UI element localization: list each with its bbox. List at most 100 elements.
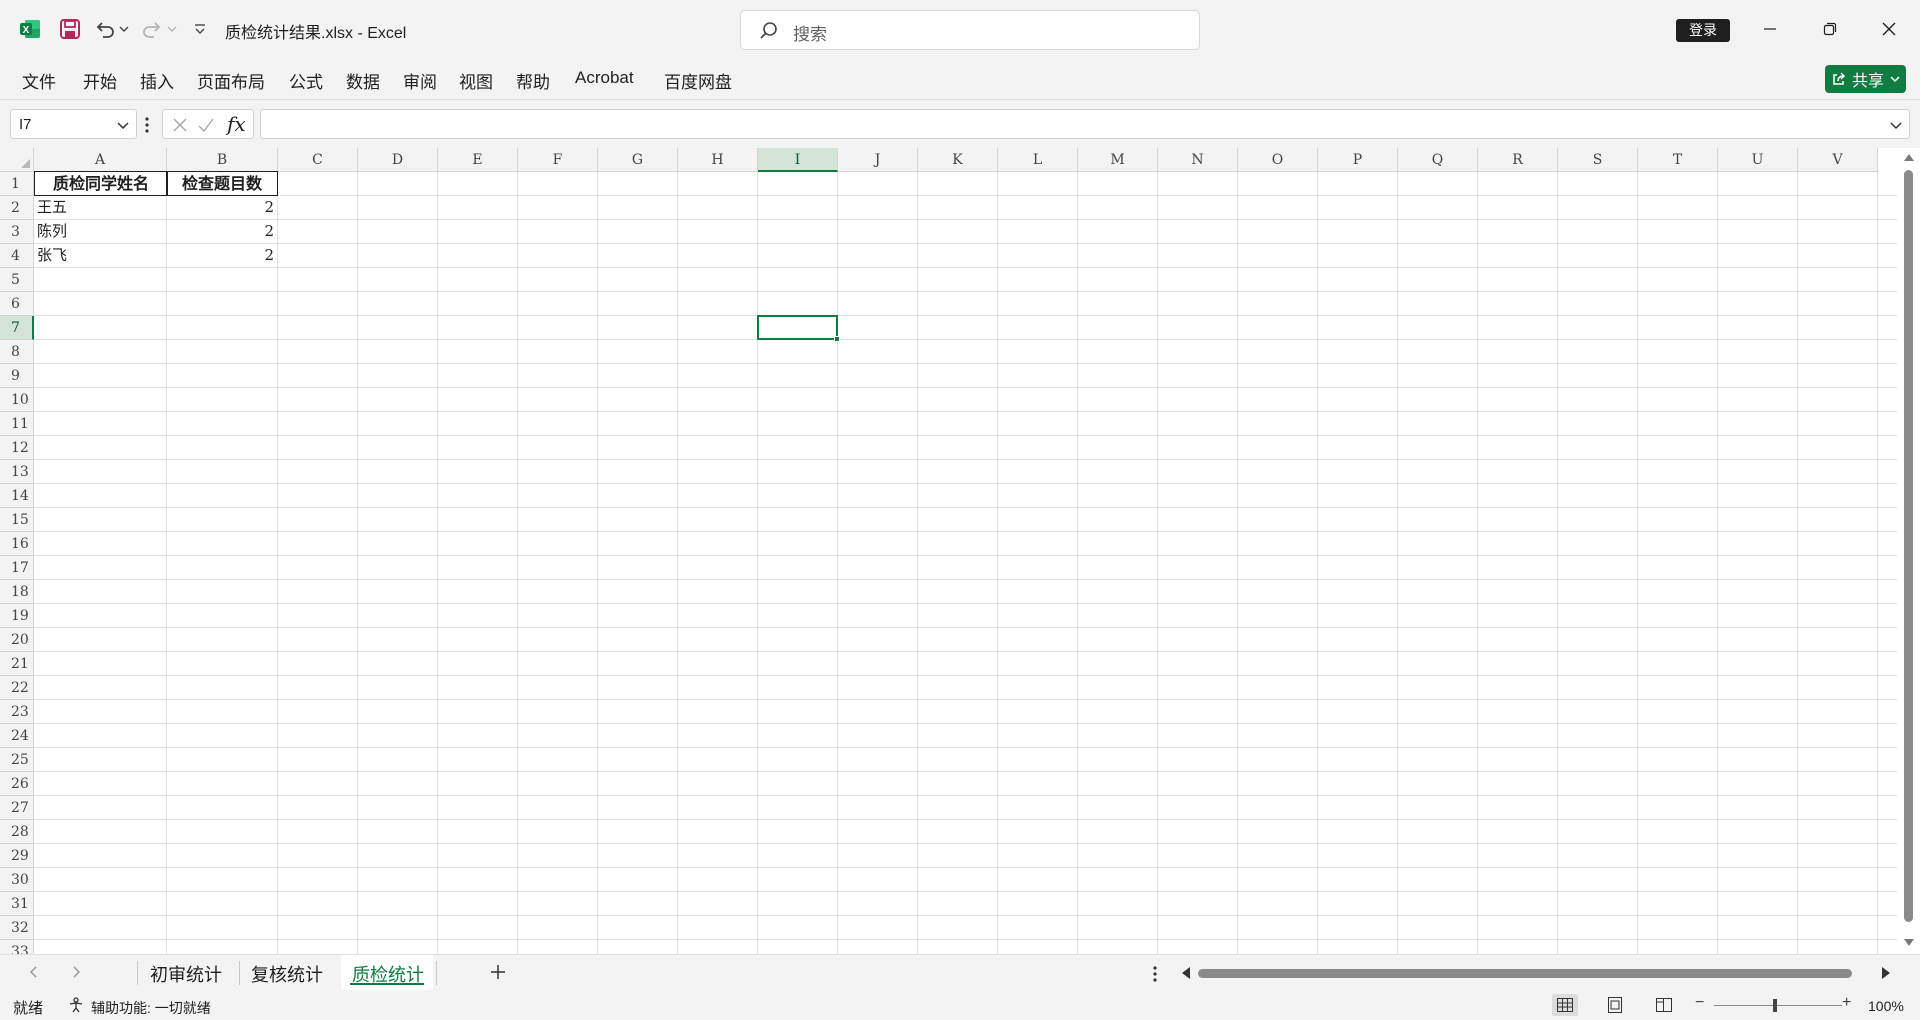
column-header-j[interactable]: J — [838, 148, 918, 172]
row-header-3[interactable]: 3 — [0, 220, 34, 244]
row-header-1[interactable]: 1 — [0, 172, 34, 196]
row-header-24[interactable]: 24 — [0, 724, 34, 748]
row-header-6[interactable]: 6 — [0, 292, 34, 316]
row-header-20[interactable]: 20 — [0, 628, 34, 652]
row-header-19[interactable]: 19 — [0, 604, 34, 628]
row-header-28[interactable]: 28 — [0, 820, 34, 844]
column-header-k[interactable]: K — [918, 148, 998, 172]
column-header-o[interactable]: O — [1238, 148, 1318, 172]
row-header-30[interactable]: 30 — [0, 868, 34, 892]
row-header-13[interactable]: 13 — [0, 460, 34, 484]
page-layout-view-icon[interactable] — [1602, 994, 1628, 1016]
zoom-slider-track[interactable] — [1714, 1005, 1842, 1006]
column-header-f[interactable]: F — [518, 148, 598, 172]
tab-home[interactable]: 开始 — [83, 68, 117, 93]
formula-input[interactable] — [260, 109, 1910, 139]
column-header-q[interactable]: Q — [1398, 148, 1478, 172]
more-options-icon[interactable] — [144, 116, 150, 134]
cell-a1[interactable]: 质检同学姓名 — [34, 171, 168, 196]
row-header-21[interactable]: 21 — [0, 652, 34, 676]
tab-data[interactable]: 数据 — [346, 68, 380, 93]
zoom-level[interactable]: 100% — [1868, 998, 1904, 1014]
row-header-26[interactable]: 26 — [0, 772, 34, 796]
row-header-22[interactable]: 22 — [0, 676, 34, 700]
scroll-up-icon[interactable] — [1903, 152, 1915, 162]
search-box[interactable]: 搜索 — [740, 10, 1200, 50]
expand-formula-bar-icon[interactable] — [1889, 118, 1903, 132]
row-header-32[interactable]: 32 — [0, 916, 34, 940]
horizontal-scroll-thumb[interactable] — [1198, 969, 1852, 978]
column-header-e[interactable]: E — [438, 148, 518, 172]
row-header-33[interactable]: 33 — [0, 940, 34, 954]
vertical-scrollbar[interactable] — [1897, 148, 1920, 954]
column-header-h[interactable]: H — [678, 148, 758, 172]
page-break-view-icon[interactable] — [1651, 994, 1677, 1016]
tab-acrobat[interactable]: Acrobat — [575, 68, 634, 88]
chevron-left-icon[interactable] — [27, 965, 41, 979]
scroll-down-icon[interactable] — [1903, 938, 1915, 948]
zoom-out-button[interactable]: − — [1695, 994, 1704, 1012]
cancel-icon[interactable] — [171, 116, 189, 134]
row-header-11[interactable]: 11 — [0, 412, 34, 436]
row-header-8[interactable]: 8 — [0, 340, 34, 364]
cell-a3[interactable]: 陈列 — [33, 220, 167, 243]
undo-icon[interactable] — [93, 17, 117, 41]
redo-icon[interactable] — [140, 17, 164, 41]
column-header-n[interactable]: N — [1158, 148, 1238, 172]
cell-a2[interactable]: 王五 — [33, 196, 167, 219]
sheet-tab-recheck[interactable]: 复核统计 — [251, 961, 323, 987]
tab-formulas[interactable]: 公式 — [289, 68, 323, 93]
row-header-29[interactable]: 29 — [0, 844, 34, 868]
column-header-m[interactable]: M — [1078, 148, 1158, 172]
column-header-t[interactable]: T — [1638, 148, 1718, 172]
column-header-c[interactable]: C — [278, 148, 358, 172]
redo-dropdown-icon[interactable] — [166, 22, 178, 36]
cell-b1[interactable]: 检查题目数 — [166, 171, 278, 196]
column-header-b[interactable]: B — [167, 148, 278, 172]
tab-baidu-netdisk[interactable]: 百度网盘 — [664, 68, 732, 93]
active-cell-selection[interactable] — [757, 315, 838, 340]
tab-page-layout[interactable]: 页面布局 — [197, 68, 265, 93]
cell-b4[interactable]: 2 — [166, 244, 278, 267]
chevron-down-icon[interactable] — [116, 118, 130, 132]
column-header-r[interactable]: R — [1478, 148, 1558, 172]
accessibility-status[interactable]: 辅助功能: 一切就绪 — [91, 998, 211, 1018]
column-header-p[interactable]: P — [1318, 148, 1398, 172]
column-header-i[interactable]: I — [758, 148, 838, 172]
row-header-23[interactable]: 23 — [0, 700, 34, 724]
cell-a4[interactable]: 张飞 — [33, 244, 167, 267]
tab-help[interactable]: 帮助 — [516, 68, 550, 93]
zoom-slider-thumb[interactable] — [1773, 999, 1777, 1012]
worksheet-grid[interactable]: ABCDEFGHIJKLMNOPQRSTUV 1 2 3 4 5 6 7 8 9 10 11 12 13… — [0, 148, 1920, 954]
normal-view-icon[interactable] — [1552, 994, 1578, 1016]
vertical-scroll-thumb[interactable] — [1904, 170, 1913, 922]
row-header-7[interactable]: 7 — [0, 316, 34, 340]
accessibility-icon[interactable] — [68, 996, 86, 1014]
name-box[interactable]: I7 — [10, 109, 137, 139]
scroll-right-icon[interactable] — [1880, 966, 1892, 980]
sheet-tab-initial-review[interactable]: 初审统计 — [150, 961, 222, 987]
tab-review[interactable]: 审阅 — [403, 68, 437, 93]
column-header-g[interactable]: G — [598, 148, 678, 172]
row-header-16[interactable]: 16 — [0, 532, 34, 556]
restore-icon[interactable] — [1815, 14, 1845, 44]
column-header-d[interactable]: D — [358, 148, 438, 172]
cell-b2[interactable]: 2 — [166, 196, 278, 219]
row-header-14[interactable]: 14 — [0, 484, 34, 508]
close-icon[interactable] — [1874, 14, 1904, 44]
chevron-right-icon[interactable] — [69, 965, 83, 979]
row-header-2[interactable]: 2 — [0, 196, 34, 220]
scroll-left-icon[interactable] — [1180, 966, 1192, 980]
share-button[interactable]: 共享 — [1825, 65, 1906, 93]
fill-handle[interactable] — [834, 336, 840, 342]
cell-b3[interactable]: 2 — [166, 220, 278, 243]
row-header-12[interactable]: 12 — [0, 436, 34, 460]
tab-insert[interactable]: 插入 — [140, 68, 174, 93]
column-header-u[interactable]: U — [1718, 148, 1798, 172]
column-header-v[interactable]: V — [1798, 148, 1878, 172]
column-header-l[interactable]: L — [998, 148, 1078, 172]
add-sheet-icon[interactable] — [488, 962, 508, 982]
save-icon[interactable] — [58, 17, 82, 41]
row-header-4[interactable]: 4 — [0, 244, 34, 268]
row-header-31[interactable]: 31 — [0, 892, 34, 916]
